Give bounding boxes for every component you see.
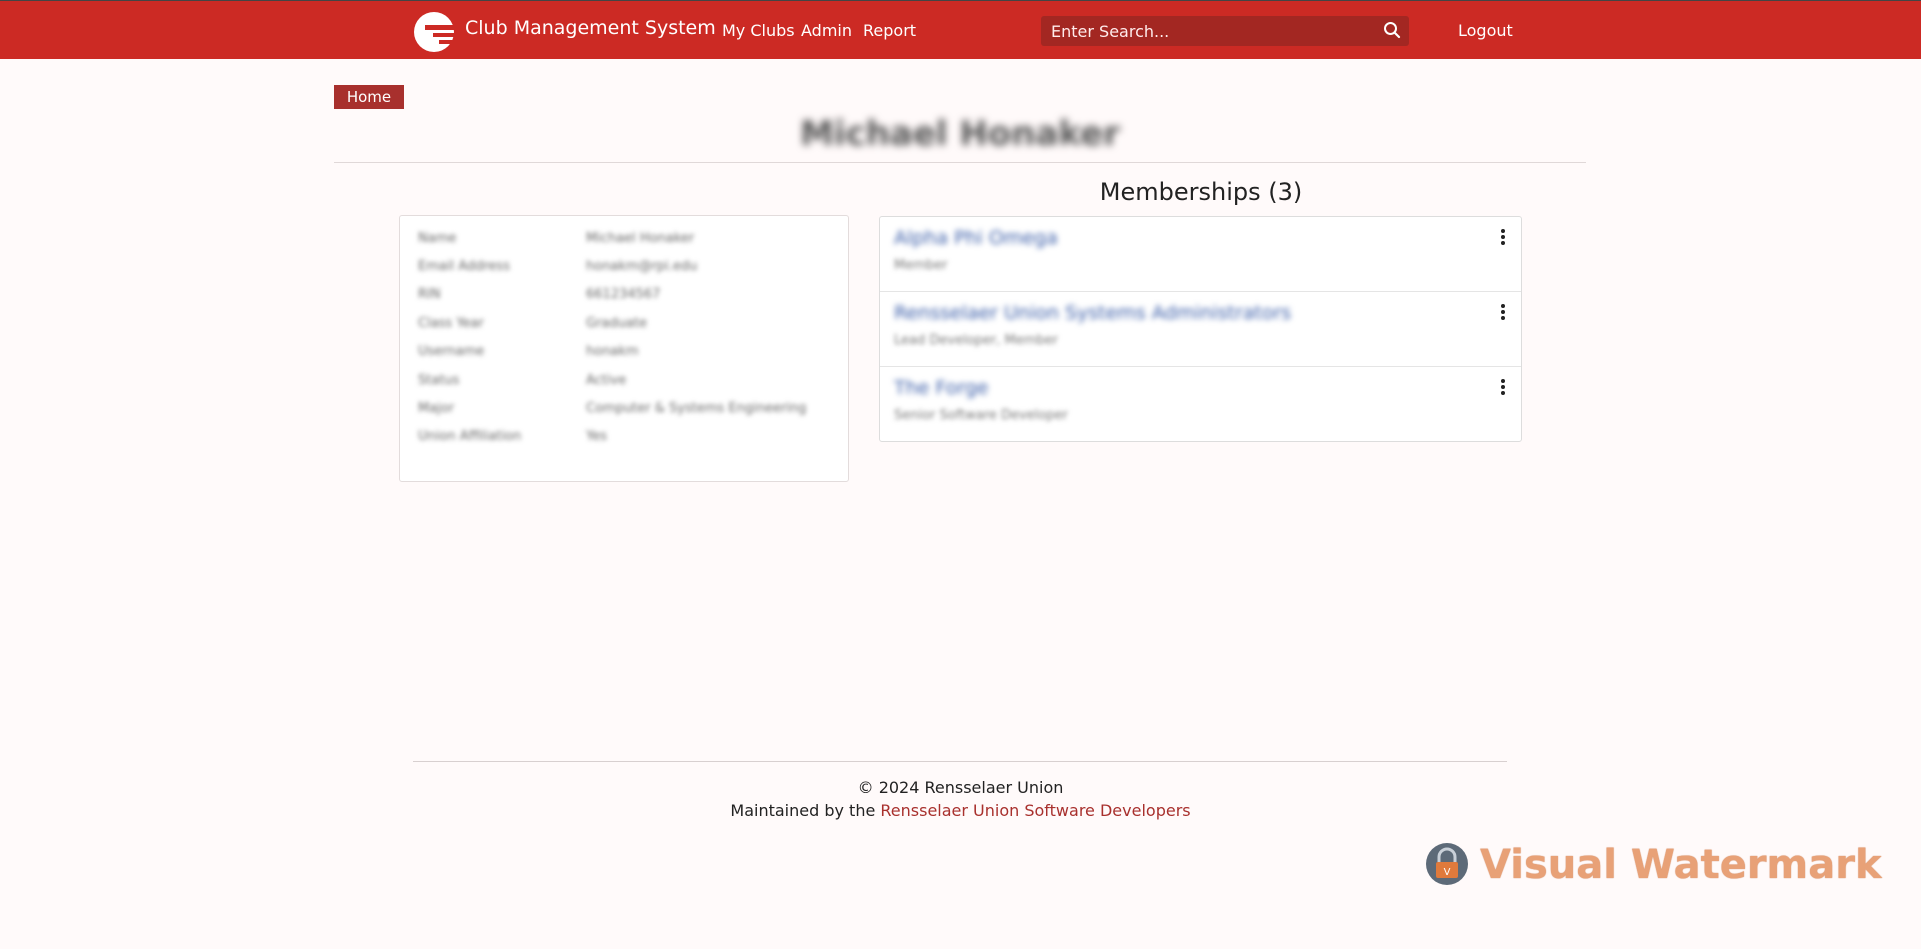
memberships-heading: Memberships (3) xyxy=(1099,178,1303,206)
club-role: Lead Developer, Member xyxy=(894,333,1058,348)
top-navbar: Club Management System My Clubs Admin Re… xyxy=(0,1,1921,59)
nav-report[interactable]: Report xyxy=(863,21,916,40)
info-label: Email Address xyxy=(418,259,510,274)
club-name-link[interactable]: The Forge xyxy=(894,377,988,399)
info-label: RIN xyxy=(418,287,441,302)
membership-item: Alpha Phi Omega Member xyxy=(880,217,1521,291)
info-value: Graduate xyxy=(586,316,647,331)
page-title: Michael Honaker xyxy=(800,114,1120,154)
info-label: Username xyxy=(418,344,485,359)
info-value: honakm@rpi.edu xyxy=(586,259,698,274)
nav-my-clubs[interactable]: My Clubs xyxy=(722,21,795,40)
info-label: Major xyxy=(418,401,455,416)
nav-admin[interactable]: Admin xyxy=(801,21,852,40)
more-options-icon[interactable] xyxy=(1500,229,1506,247)
profile-info-card: Name Michael Honaker Email Address honak… xyxy=(399,215,849,482)
info-label: Status xyxy=(418,373,460,388)
svg-text:V: V xyxy=(1444,867,1451,878)
club-name-link[interactable]: Rensselaer Union Systems Administrators xyxy=(894,302,1291,324)
info-label: Class Year xyxy=(418,316,484,331)
footer-copyright: © 2024 Rensselaer Union xyxy=(857,778,1064,797)
club-role: Member xyxy=(894,258,948,273)
info-value: Computer & Systems Engineering xyxy=(586,401,807,416)
info-value: Michael Honaker xyxy=(586,231,695,246)
info-value: honakm xyxy=(586,344,639,359)
logout-link[interactable]: Logout xyxy=(1458,21,1513,40)
watermark-text: Visual Watermark xyxy=(1480,842,1882,888)
footer-maintained: Maintained by the Rensselaer Union Softw… xyxy=(0,801,1921,820)
membership-list: Alpha Phi Omega Member Rensselaer Union … xyxy=(879,216,1522,442)
app-title[interactable]: Club Management System xyxy=(465,17,716,39)
info-label: Name xyxy=(418,231,457,246)
club-name-link[interactable]: Alpha Phi Omega xyxy=(894,227,1058,249)
info-value: 661234567 xyxy=(586,287,661,302)
search-input[interactable] xyxy=(1051,19,1371,43)
title-divider xyxy=(334,162,1586,163)
info-label: Union Affiliation xyxy=(418,429,522,444)
maintained-prefix: Maintained by the xyxy=(730,801,881,820)
more-options-icon[interactable] xyxy=(1500,379,1506,397)
search-icon[interactable] xyxy=(1383,21,1401,39)
footer-divider xyxy=(413,761,1507,762)
info-value: Yes xyxy=(586,429,607,444)
search-box xyxy=(1041,16,1409,46)
info-value: Active xyxy=(586,373,627,388)
developers-link[interactable]: Rensselaer Union Software Developers xyxy=(880,801,1190,820)
visual-watermark: V Visual Watermark xyxy=(1422,839,1882,888)
breadcrumb-home[interactable]: Home xyxy=(334,85,404,109)
membership-item: The Forge Senior Software Developer xyxy=(880,366,1521,440)
membership-item: Rensselaer Union Systems Administrators … xyxy=(880,291,1521,365)
more-options-icon[interactable] xyxy=(1500,304,1506,322)
union-logo-icon[interactable] xyxy=(413,11,455,53)
club-role: Senior Software Developer xyxy=(894,408,1068,423)
padlock-icon: V xyxy=(1426,843,1468,885)
